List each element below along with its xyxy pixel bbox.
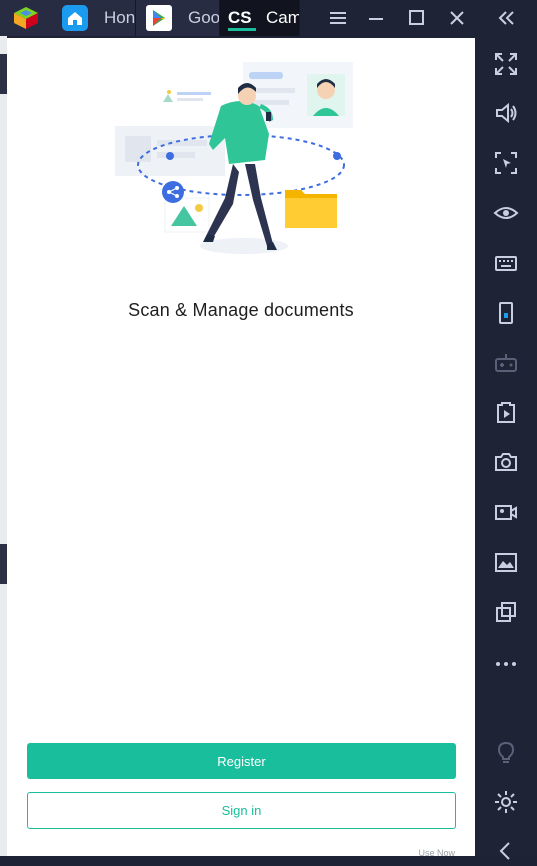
install-apk-icon[interactable] [491,397,521,427]
cursor-select-icon[interactable] [491,148,521,178]
volume-icon[interactable] [491,98,521,128]
record-video-icon[interactable] [491,497,521,527]
background-window-edge [0,36,7,856]
use-now-link[interactable]: Use Now [418,848,455,858]
bluestacks-logo-icon[interactable] [0,0,53,36]
tab-google-play[interactable]: Goo [136,0,220,36]
fullscreen-icon[interactable] [491,49,521,79]
camscanner-icon: CS [228,5,254,31]
multi-instance-icon[interactable] [491,597,521,627]
phone-rotate-icon[interactable] [491,298,521,328]
tab-camscanner[interactable]: CS Cam [220,0,300,36]
register-button[interactable]: Register [27,743,456,779]
close-icon[interactable] [438,0,476,36]
tab-home-label: Hon [104,8,136,27]
settings-icon[interactable] [491,787,521,817]
eye-icon[interactable] [491,198,521,228]
camscanner-icon-text: CS [228,8,252,27]
tab-google-play-label: Goo [188,8,220,27]
media-folder-icon[interactable] [491,547,521,577]
maximize-icon[interactable] [398,0,436,36]
more-icon[interactable] [491,647,521,677]
title-bar: Hon Goo CS Cam [0,0,537,36]
page-title: Scan & Manage documents [128,300,354,320]
back-icon[interactable] [491,836,521,866]
eco-mode-icon[interactable] [491,737,521,767]
tab-camscanner-label: Cam [266,8,300,27]
scan-manage-illustration [115,62,353,254]
hamburger-menu-icon[interactable] [319,0,357,36]
right-toolbar [476,36,537,860]
google-play-icon [146,5,172,31]
minimize-icon[interactable] [358,0,396,36]
screenshot-icon[interactable] [491,447,521,477]
keyboard-icon[interactable] [491,248,521,278]
collapse-sidebar-icon[interactable] [487,0,525,36]
sign-in-button[interactable]: Sign in [27,792,456,829]
app-screen: Scan & Manage documents Register Sign in… [7,38,475,858]
gamepad-icon[interactable] [491,347,521,377]
home-icon [62,5,88,31]
tab-home[interactable]: Hon [52,0,136,36]
